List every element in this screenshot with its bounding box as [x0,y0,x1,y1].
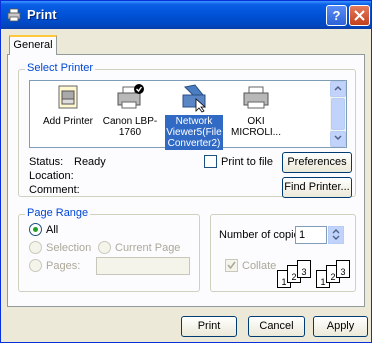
pages-radio[interactable] [29,259,42,272]
printer-item-add-printer[interactable]: Add Printer [38,83,98,128]
apply-button[interactable]: Apply [313,316,368,337]
print-to-file-checkbox[interactable] [204,155,217,168]
comment-label: Comment: [29,184,80,196]
collate-checkbox[interactable] [225,259,238,272]
printer-list-scrollbar[interactable] [330,81,346,147]
location-label: Location: [29,170,74,182]
printer-icon [7,8,21,22]
collate-sheet: 3 [297,260,311,278]
chevron-up-icon [334,85,342,91]
close-button[interactable] [349,5,370,26]
print-dialog: Print ? General Select Printer Add Print… [0,0,372,343]
title-bar[interactable]: Print ? [1,1,371,29]
network-printer-icon [182,84,207,113]
collate-pages-icon: 1 2 3 [277,260,313,290]
status-label: Status: [29,156,64,168]
selection-label[interactable]: Selection [46,242,91,254]
scroll-down-button[interactable] [330,131,346,147]
printer-item-network-viewer[interactable]: Network Viewer5(File Converter2) [165,83,223,150]
scroll-up-button[interactable] [330,81,346,97]
printer-label: OKI MICROLI... [230,116,281,138]
printer-label: Add Printer [42,116,94,127]
page-range-title: Page Range [25,207,91,219]
printer-label: Canon LBP-1760 [102,116,158,138]
spin-up-icon [332,229,340,234]
selection-radio[interactable] [29,241,42,254]
status-value: Ready [74,156,106,168]
scroll-thumb[interactable] [331,98,345,130]
chevron-down-icon [334,135,342,141]
add-printer-icon [58,85,78,109]
collate-label[interactable]: Collate [242,260,276,272]
printer-item-oki[interactable]: OKI MICROLI... [226,83,286,139]
copies-input[interactable]: 1 [295,226,327,244]
printer-label: Network Viewer5(File Converter2) [165,115,223,150]
current-page-label[interactable]: Current Page [115,242,180,254]
preferences-button[interactable]: Preferences [282,152,352,173]
check-icon [227,261,236,270]
spin-down-icon [332,235,340,240]
copies-spinner[interactable] [328,226,344,244]
print-to-file-label[interactable]: Print to file [221,156,273,168]
pages-input[interactable] [96,257,190,275]
all-label[interactable]: All [46,224,58,236]
select-printer-title: Select Printer [25,62,96,74]
help-button[interactable]: ? [326,5,347,26]
cancel-button[interactable]: Cancel [248,316,305,337]
printer-default-icon [117,84,144,109]
current-page-radio[interactable] [98,241,111,254]
collate-pages-icon: 1 2 3 [316,260,352,290]
printer-list[interactable]: Add Printer Canon LBP-1760 Network Viewe… [29,80,347,150]
printer-item-canon[interactable]: Canon LBP-1760 [100,83,160,139]
find-printer-button[interactable]: Find Printer... [282,177,352,198]
print-button[interactable]: Print [181,316,237,337]
close-icon [354,10,365,21]
all-radio[interactable] [29,223,42,236]
collate-sheet: 3 [336,260,350,278]
tab-general[interactable]: General [9,35,57,55]
window-title: Print [27,7,57,22]
printer-icon [243,86,269,109]
pages-label[interactable]: Pages: [46,260,80,272]
